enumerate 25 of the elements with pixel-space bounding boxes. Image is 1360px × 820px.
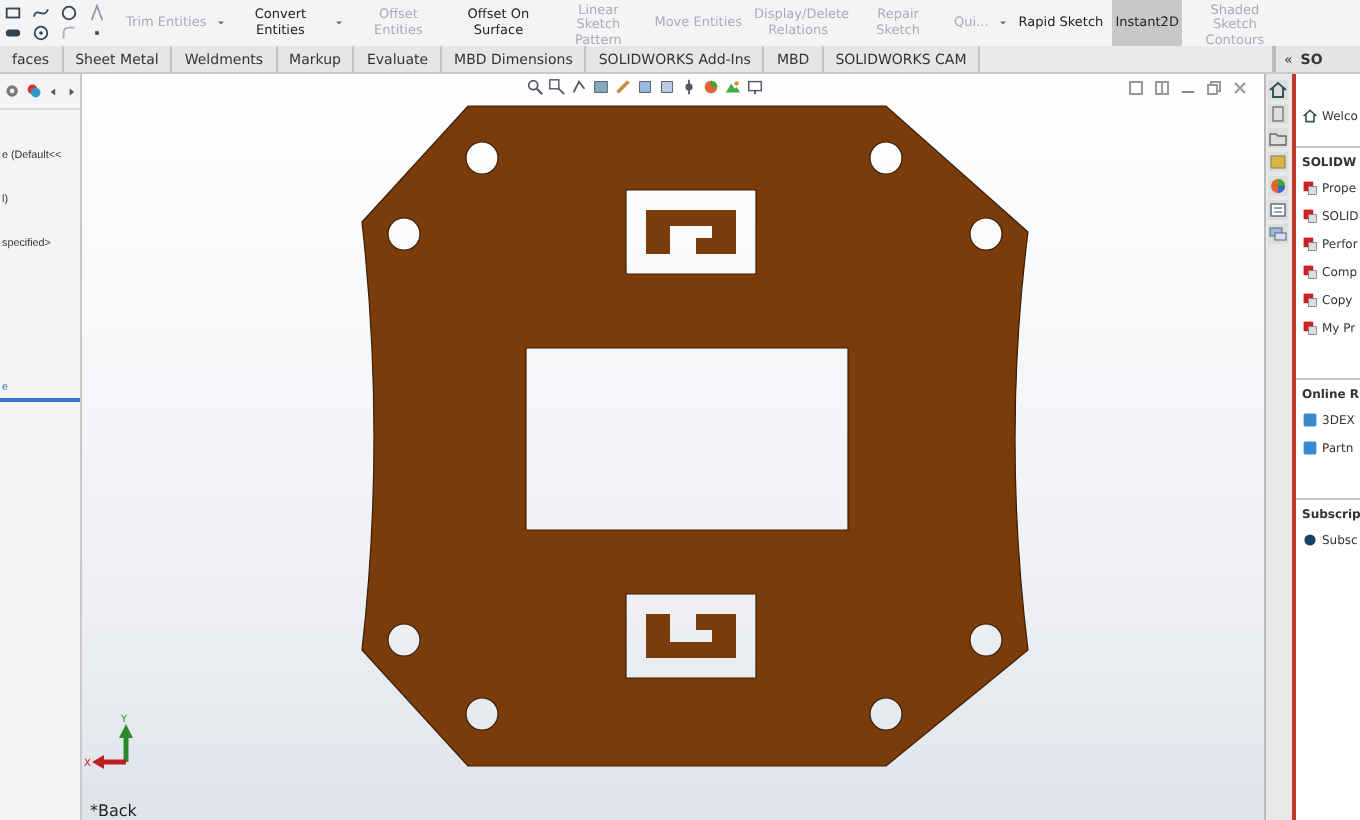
tile-icon[interactable] [1128, 80, 1144, 96]
gear-icon[interactable] [4, 82, 21, 100]
home-icon[interactable] [1268, 80, 1288, 100]
appearance-icon[interactable] [26, 82, 43, 100]
view-orientation-label: *Back [90, 802, 137, 820]
circle-icon[interactable] [60, 4, 78, 22]
properties-icon[interactable] [1268, 200, 1288, 220]
zoom-fit-icon[interactable] [526, 78, 544, 96]
scroll-left-icon[interactable] [48, 85, 60, 97]
monitor-icon[interactable] [746, 78, 764, 96]
slot-icon[interactable] [4, 24, 22, 42]
home-icon[interactable] [1302, 108, 1318, 124]
caret-icon[interactable] [332, 16, 347, 30]
folder-icon[interactable] [1268, 128, 1288, 148]
spline-icon[interactable] [32, 4, 50, 22]
appearance-icon[interactable] [702, 78, 720, 96]
scroll-right-icon[interactable] [65, 85, 76, 97]
close-icon[interactable] [1232, 80, 1248, 96]
appearance-icon[interactable] [1268, 176, 1288, 196]
tile-icon[interactable] [1154, 80, 1170, 96]
restore-icon[interactable] [1206, 80, 1222, 96]
chat-icon[interactable] [1268, 224, 1288, 244]
rectangle-icon[interactable] [4, 4, 22, 22]
polygon-icon[interactable] [32, 24, 50, 42]
zoom-area-icon[interactable] [548, 78, 566, 96]
